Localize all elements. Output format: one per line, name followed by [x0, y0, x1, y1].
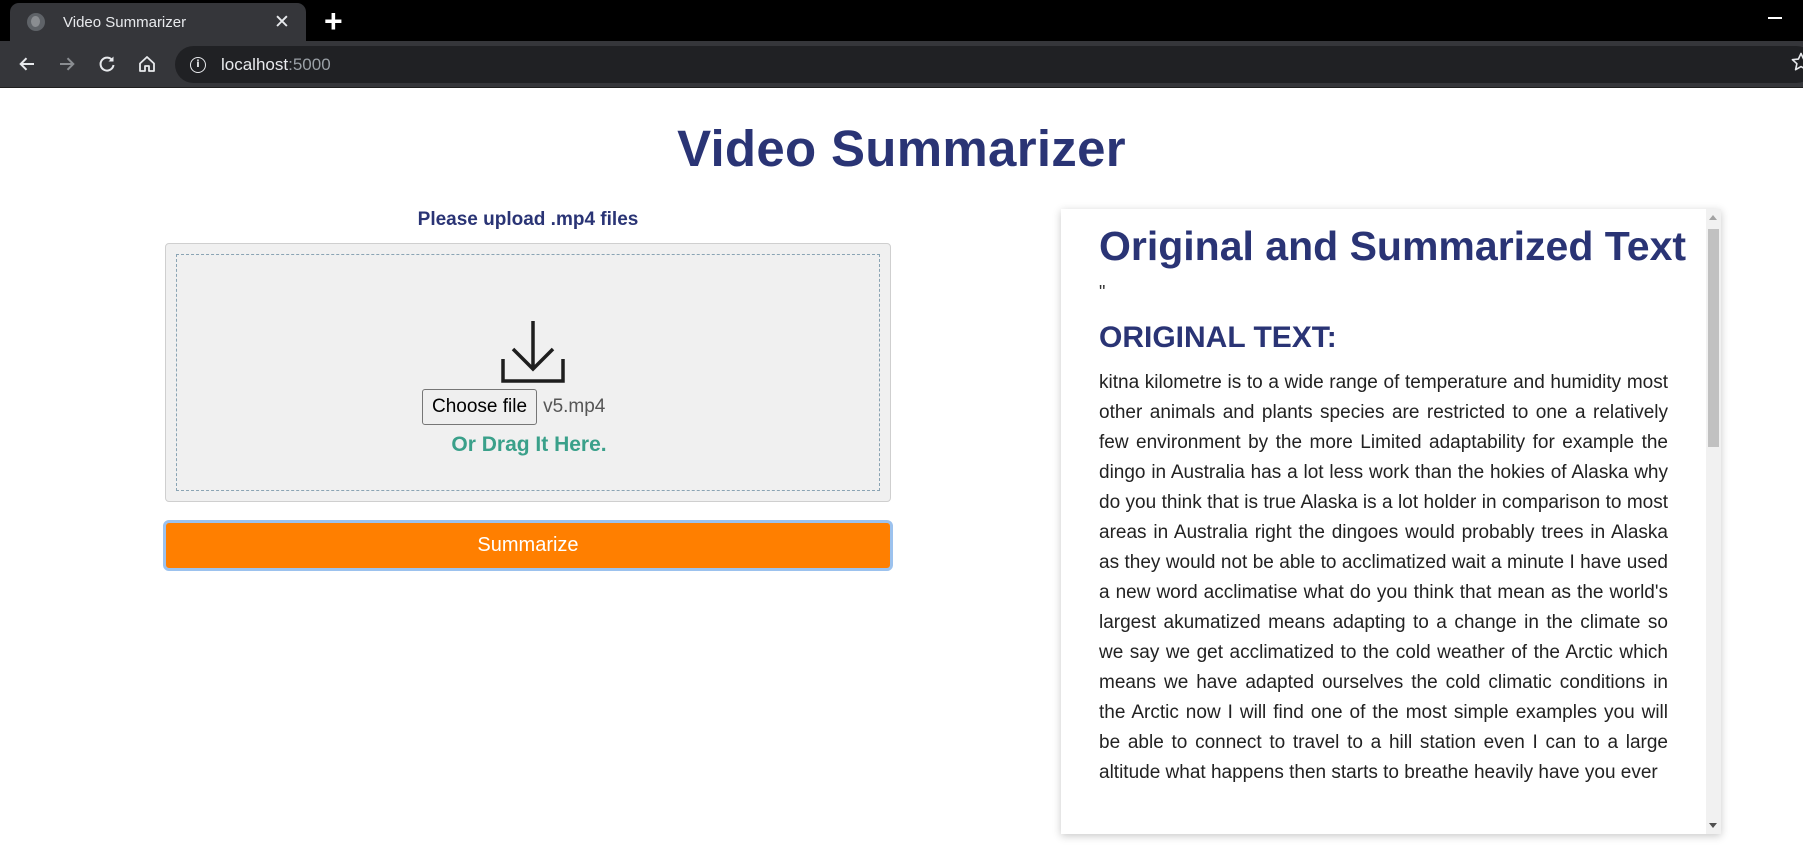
upload-box[interactable]: Choose file v5.mp4 Or Drag It Here.: [165, 243, 891, 502]
panel-scroll-content: Original and Summarized Text " ORIGINAL …: [1061, 209, 1706, 834]
text-panel[interactable]: Original and Summarized Text " ORIGINAL …: [1061, 209, 1721, 834]
page-content: Video Summarizer Please upload .mp4 file…: [0, 89, 1803, 868]
scroll-down-arrow-icon[interactable]: [1709, 823, 1717, 828]
quote-mark: ": [1099, 282, 1106, 302]
drop-zone[interactable]: Choose file v5.mp4 Or Drag It Here.: [176, 254, 880, 491]
browser-tab-strip: Video Summarizer ✕ +: [0, 0, 1803, 41]
close-icon[interactable]: ✕: [272, 13, 292, 32]
url-port: :5000: [288, 54, 331, 74]
page-title: Video Summarizer: [677, 120, 1126, 177]
browser-tab[interactable]: Video Summarizer ✕: [10, 3, 306, 41]
scrollbar-thumb[interactable]: [1708, 229, 1719, 447]
star-icon[interactable]: [1790, 51, 1803, 78]
reload-icon[interactable]: [91, 48, 123, 80]
original-text-heading: ORIGINAL TEXT:: [1099, 321, 1337, 354]
minimize-icon[interactable]: [1768, 17, 1782, 19]
globe-icon: [27, 13, 45, 31]
browser-toolbar: i localhost:5000: [0, 41, 1803, 88]
url-text: localhost:5000: [221, 55, 331, 75]
info-icon[interactable]: i: [190, 56, 206, 73]
upload-label: Please upload .mp4 files: [417, 209, 639, 230]
selected-file-name: v5.mp4: [543, 396, 606, 417]
panel-scrollbar[interactable]: [1706, 209, 1721, 834]
home-icon[interactable]: [131, 48, 163, 80]
forward-arrow-icon[interactable]: [51, 48, 83, 80]
scroll-up-arrow-icon[interactable]: [1709, 215, 1717, 220]
file-input[interactable]: Choose file v5.mp4: [422, 389, 605, 425]
url-host: localhost: [221, 54, 289, 74]
panel-title: Original and Summarized Text: [1099, 223, 1687, 269]
choose-file-button[interactable]: Choose file: [422, 389, 538, 425]
address-bar[interactable]: i localhost:5000: [175, 46, 1803, 83]
original-text-body: kitna kilometre is to a wide range of te…: [1099, 372, 1668, 783]
plus-icon[interactable]: +: [324, 5, 343, 37]
download-icon: [501, 321, 565, 383]
tab-title: Video Summarizer: [63, 13, 187, 31]
summarize-button[interactable]: Summarize: [163, 520, 893, 571]
drag-hint: Or Drag It Here.: [451, 433, 607, 456]
back-arrow-icon[interactable]: [11, 48, 43, 80]
